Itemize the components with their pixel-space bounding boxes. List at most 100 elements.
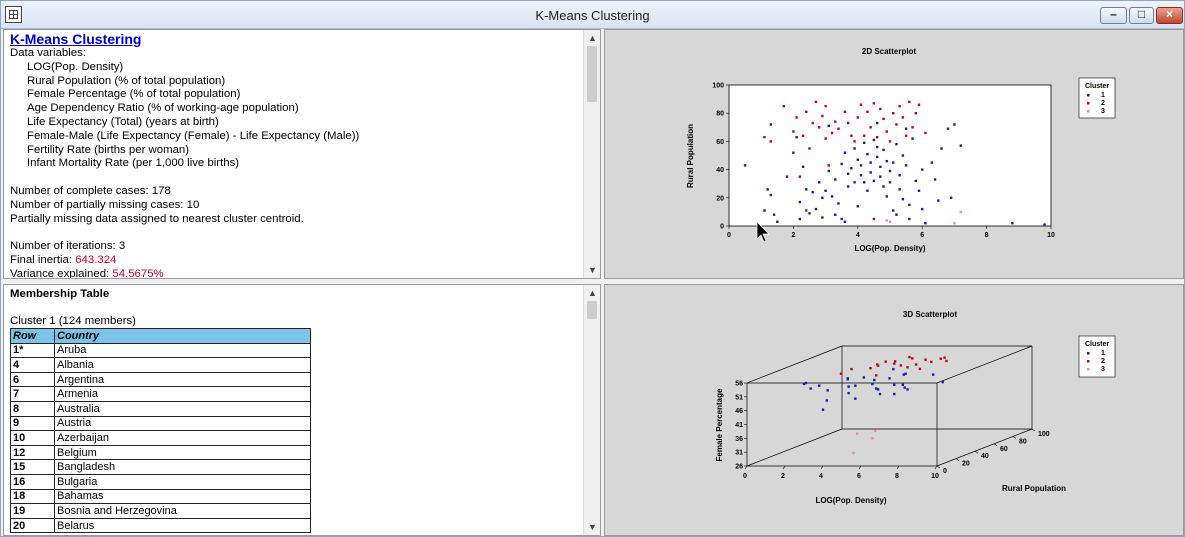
table-row[interactable]: 18 Bahamas <box>10 488 311 505</box>
table-row[interactable]: 10 Azerbaijan <box>10 430 311 446</box>
membership-table: Row Country 1* Aruba 4 Albania 6 Argentina 7 Ar… <box>10 328 311 534</box>
table-row[interactable]: 1* Aruba <box>10 342 311 359</box>
data-point <box>847 385 850 388</box>
data-point <box>882 148 885 152</box>
scatter2d-chart: 2D Scatterplot 0 2 4 6 8 10020406080100 LOG(P… <box>686 47 1116 253</box>
data-point <box>843 151 847 154</box>
data-point <box>843 220 847 223</box>
title-bar[interactable]: K-Means Clustering – □ × <box>1 1 1184 29</box>
scatter2d-pane[interactable]: 2D Scatterplot 0 2 4 6 8 10 0 20 40 60 80 100 LOG(P… <box>604 29 1184 279</box>
country-cell: Aruba <box>54 342 311 359</box>
app-window: K-Means Clustering – □ × K-Means Cluster… <box>0 0 1185 537</box>
membership-pane[interactable]: Membership Table Cluster 1 (124 members)… <box>3 284 601 536</box>
data-point <box>953 221 956 225</box>
summary-heading[interactable]: K-Means Clustering <box>10 31 359 47</box>
table-row[interactable]: 6 Argentina <box>10 371 311 388</box>
box-edge <box>746 345 843 384</box>
scroll-down-icon[interactable]: ▼ <box>584 519 600 535</box>
iterations: Number of iterations: 3 <box>10 240 126 253</box>
table-row[interactable]: 19 Bosnia and Herzegovina <box>10 503 311 519</box>
x-tick <box>820 465 824 470</box>
legend-entry: 2 <box>1101 100 1105 107</box>
table-row[interactable]: 4 Albania <box>10 357 311 373</box>
column-header-country[interactable]: Country <box>54 328 311 344</box>
maximize-button[interactable]: □ <box>1129 7 1154 24</box>
data-point <box>863 134 866 137</box>
y-tick <box>974 450 979 454</box>
table-row[interactable]: 8 Australia <box>10 400 311 417</box>
column-header-row[interactable]: Row <box>10 328 55 344</box>
data-point <box>792 130 795 133</box>
data-point <box>871 437 874 440</box>
data-point <box>904 127 908 130</box>
data-point <box>895 123 898 126</box>
final-inertia: Final inertia: 643.324 <box>10 254 359 268</box>
data-point <box>875 374 878 377</box>
data-point <box>894 360 897 363</box>
data-point <box>911 357 914 360</box>
legend-entry: 1 <box>1101 350 1105 357</box>
data-point <box>917 189 921 192</box>
variable-item: Fertility Rate (births per woman) <box>27 143 190 156</box>
data-point <box>834 178 837 181</box>
data-point <box>895 213 898 216</box>
country-cell: Australia <box>54 400 311 417</box>
legend-title: Cluster <box>1085 341 1109 348</box>
table-row[interactable]: 7 Armenia <box>10 386 311 402</box>
legend-entry: 1 <box>1101 92 1105 99</box>
data-point <box>939 357 942 360</box>
minimize-button[interactable]: – <box>1100 7 1127 24</box>
table-row[interactable]: 9 Austria <box>10 415 311 432</box>
summary-scrollbar[interactable]: ▲ ▼ <box>583 30 600 278</box>
data-point <box>885 195 888 198</box>
scatter3d-pane[interactable]: 3D Scatterplot 0 2 4 6 8 10 0 20 40 60 80 100 26 31 36… <box>604 284 1184 536</box>
data-point <box>795 135 798 139</box>
scroll-thumb[interactable] <box>587 301 597 319</box>
data-point <box>914 112 917 115</box>
data-point <box>1011 221 1014 225</box>
data-point <box>876 364 880 367</box>
data-point <box>817 126 821 129</box>
y-tick-label: 100 <box>1038 431 1050 438</box>
data-point <box>893 383 896 387</box>
scroll-up-icon[interactable]: ▲ <box>584 285 600 301</box>
data-point <box>888 169 892 173</box>
z-tick-label: 51 <box>735 394 743 401</box>
data-point <box>846 185 850 188</box>
scroll-down-icon[interactable]: ▼ <box>584 262 600 278</box>
analysis-summary-pane[interactable]: K-Means Clustering Data variables: LOG(P… <box>3 29 601 279</box>
scroll-up-icon[interactable]: ▲ <box>584 30 600 46</box>
data-point <box>866 152 869 156</box>
data-point <box>914 363 918 366</box>
legend-entry: 3 <box>1101 108 1105 115</box>
row-number-cell: 15 <box>10 459 55 475</box>
z-tick-label: 56 <box>735 381 743 388</box>
country-cell: Bahamas <box>54 488 311 505</box>
data-point <box>798 200 802 204</box>
data-point <box>846 121 850 125</box>
scroll-thumb[interactable] <box>587 46 597 102</box>
row-number-cell: 7 <box>10 386 55 402</box>
data-point <box>911 137 914 140</box>
y-tick <box>993 443 998 447</box>
table-row[interactable]: 15 Bangladesh <box>10 459 311 475</box>
table-row[interactable]: 16 Bulgaria <box>10 473 311 490</box>
table-row[interactable]: 12 Belgium <box>10 444 311 461</box>
variable-item: Infant Mortality Rate (per 1,000 live bi… <box>27 157 240 170</box>
data-point <box>875 145 879 149</box>
table-row[interactable]: 20 Belarus <box>10 517 311 534</box>
data-point <box>853 181 856 184</box>
data-point <box>811 190 814 194</box>
close-button[interactable]: × <box>1156 7 1183 24</box>
data-point <box>888 377 891 380</box>
data-point <box>866 189 869 192</box>
x-tick <box>858 465 862 470</box>
data-point <box>908 203 911 207</box>
data-point <box>830 195 834 198</box>
data-point <box>869 171 872 174</box>
data-point <box>850 367 853 371</box>
country-cell: Azerbaijan <box>54 430 311 446</box>
membership-scrollbar[interactable]: ▲ ▼ <box>583 285 600 535</box>
y-axis-label: Rural Population <box>1002 484 1066 493</box>
data-point <box>859 174 863 177</box>
